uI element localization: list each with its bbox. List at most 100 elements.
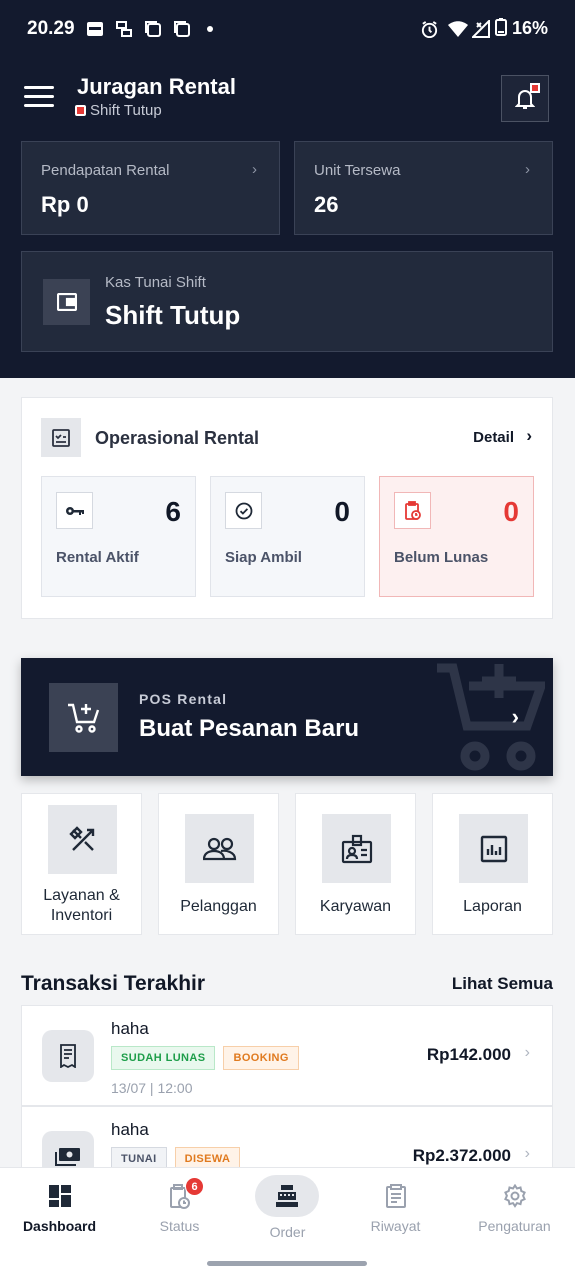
checklist-icon [41, 418, 81, 457]
quick-menu-label: Laporan [463, 898, 522, 915]
transaction-amount: Rp142.000 [426, 1045, 511, 1064]
transaction-row[interactable]: haha TUNAI DISEWA Rp2.372.000 › [21, 1106, 553, 1168]
detail-link[interactable]: Detail [473, 429, 514, 446]
pos-label: POS Rental [139, 691, 228, 707]
notification-badge [530, 83, 540, 93]
transaction-badges: TUNAI DISEWA [111, 1147, 241, 1168]
nav-label: Order [269, 1224, 306, 1240]
quick-menu-pelanggan[interactable]: Pelanggan [158, 793, 279, 935]
transaksi-title: Transaksi Terakhir [21, 972, 206, 995]
battery-status: 16% [494, 18, 548, 39]
lihat-semua-link[interactable]: Lihat Semua [452, 974, 553, 994]
clipboard-clock-icon [394, 492, 431, 529]
home-indicator[interactable] [207, 1261, 367, 1266]
wallet-icon [43, 279, 90, 325]
status-badge: SUDAH LUNAS [111, 1046, 216, 1070]
hamburger-icon [24, 86, 54, 89]
copy-notification-icon [144, 20, 162, 38]
quick-menu-label: Karyawan [319, 898, 392, 915]
battery-percent: 16% [511, 18, 548, 38]
operasional-rental-card: Operasional Rental Detail › 6 Rental Akt… [21, 397, 553, 619]
ops-label: Rental Aktif [56, 549, 139, 566]
id-badge-icon [322, 814, 391, 883]
stat-card-unit-tersewa[interactable]: Unit Tersewa 26 › [294, 141, 553, 235]
kas-tunai-card[interactable]: Kas Tunai Shift Shift Tutup [21, 251, 553, 352]
status-badge: BOOKING [223, 1046, 299, 1070]
bar-chart-icon [459, 814, 528, 883]
chevron-right-icon: › [524, 1044, 530, 1061]
stat-label: Unit Tersewa [314, 162, 401, 179]
chevron-right-icon: › [525, 161, 530, 178]
status-bar: 20.29 16% [0, 0, 575, 58]
clipboard-clock-icon [122, 1184, 237, 1210]
stat-value: Rp 0 [41, 192, 89, 217]
quick-menu-karyawan[interactable]: Karyawan [295, 793, 416, 935]
document-list-icon [338, 1184, 453, 1208]
transaction-row[interactable]: haha SUDAH LUNAS BOOKING 13/07 | 12:00 R… [21, 1005, 553, 1106]
users-icon [185, 814, 254, 883]
nav-label: Riwayat [370, 1218, 421, 1234]
transaction-date: 13/07 | 12:00 [111, 1080, 193, 1096]
kas-value: Shift Tutup [105, 300, 241, 330]
nav-pengaturan[interactable]: Pengaturan [457, 1168, 572, 1248]
nav-dashboard[interactable]: Dashboard [2, 1168, 117, 1248]
ops-rental-aktif[interactable]: 6 Rental Aktif [41, 476, 196, 597]
copy-notification-icon-2 [173, 20, 191, 38]
ops-belum-lunas[interactable]: 0 Belum Lunas [379, 476, 534, 597]
cash-icon [42, 1131, 94, 1168]
transaction-name: haha [111, 1019, 149, 1038]
chevron-right-icon: › [524, 1145, 530, 1162]
ops-label: Siap Ambil [225, 549, 302, 566]
ops-count: 6 [165, 496, 181, 527]
status-count-badge: 6 [185, 1177, 204, 1196]
battery-icon [494, 18, 507, 36]
kas-label: Kas Tunai Shift [105, 274, 206, 291]
key-icon [56, 492, 93, 529]
shift-status-label: Shift Tutup [90, 102, 162, 119]
quick-menu-layanan-inventori[interactable]: Layanan & Inventori [21, 793, 142, 935]
menu-button[interactable] [24, 86, 54, 112]
cart-background-icon [437, 663, 545, 771]
chevron-right-icon[interactable]: › [526, 426, 532, 446]
ops-label: Belum Lunas [394, 549, 489, 566]
check-circle-icon [225, 492, 262, 529]
status-badge: TUNAI [111, 1147, 167, 1168]
operasional-title: Operasional Rental [95, 428, 260, 448]
gear-icon [457, 1184, 572, 1208]
dashboard-header: 20.29 16% Juragan Rental Shift Tutup Pen… [0, 0, 575, 378]
hamburger-icon-line [24, 95, 54, 98]
quick-menu-label: Layanan & Inventori [43, 887, 120, 924]
transaction-badges: SUDAH LUNAS BOOKING [111, 1046, 299, 1070]
more-notifications-dot-icon [206, 20, 214, 38]
hamburger-icon-line [24, 104, 54, 107]
nav-order[interactable]: Order [230, 1174, 345, 1254]
wifi-icon [448, 20, 468, 38]
chevron-right-icon: › [252, 161, 257, 178]
shift-status: Shift Tutup [75, 102, 162, 119]
nav-status[interactable]: Status [122, 1168, 237, 1248]
tools-icon [48, 805, 117, 874]
shift-closed-indicator-icon [75, 105, 86, 116]
stat-card-pendapatan[interactable]: Pendapatan Rental Rp 0 › [21, 141, 280, 235]
ops-count: 0 [503, 496, 519, 527]
pos-rental-button[interactable]: POS Rental Buat Pesanan Baru › [21, 658, 553, 776]
ops-siap-ambil[interactable]: 0 Siap Ambil [210, 476, 365, 597]
ops-count: 0 [334, 496, 350, 527]
transaction-name: haha [111, 1120, 149, 1139]
stat-value: 26 [314, 192, 339, 217]
stat-label: Pendapatan Rental [41, 162, 170, 179]
dashboard-icon [2, 1184, 117, 1208]
quick-menu-laporan[interactable]: Laporan [432, 793, 553, 935]
nav-label: Pengaturan [478, 1218, 551, 1234]
transaction-amount: Rp2.372.000 [412, 1146, 511, 1165]
shopee-notification-icon [86, 20, 104, 38]
cast-notification-icon [116, 20, 132, 38]
nav-label: Status [159, 1218, 200, 1234]
notification-button[interactable] [501, 75, 549, 122]
status-time: 20.29 [27, 18, 75, 39]
transaction-list[interactable]: haha SUDAH LUNAS BOOKING 13/07 | 12:00 R… [21, 1005, 553, 1168]
chevron-right-icon: › [511, 704, 519, 729]
quick-menu-label: Pelanggan [180, 898, 257, 915]
nav-riwayat[interactable]: Riwayat [338, 1168, 453, 1248]
app-title: Juragan Rental [77, 74, 236, 99]
